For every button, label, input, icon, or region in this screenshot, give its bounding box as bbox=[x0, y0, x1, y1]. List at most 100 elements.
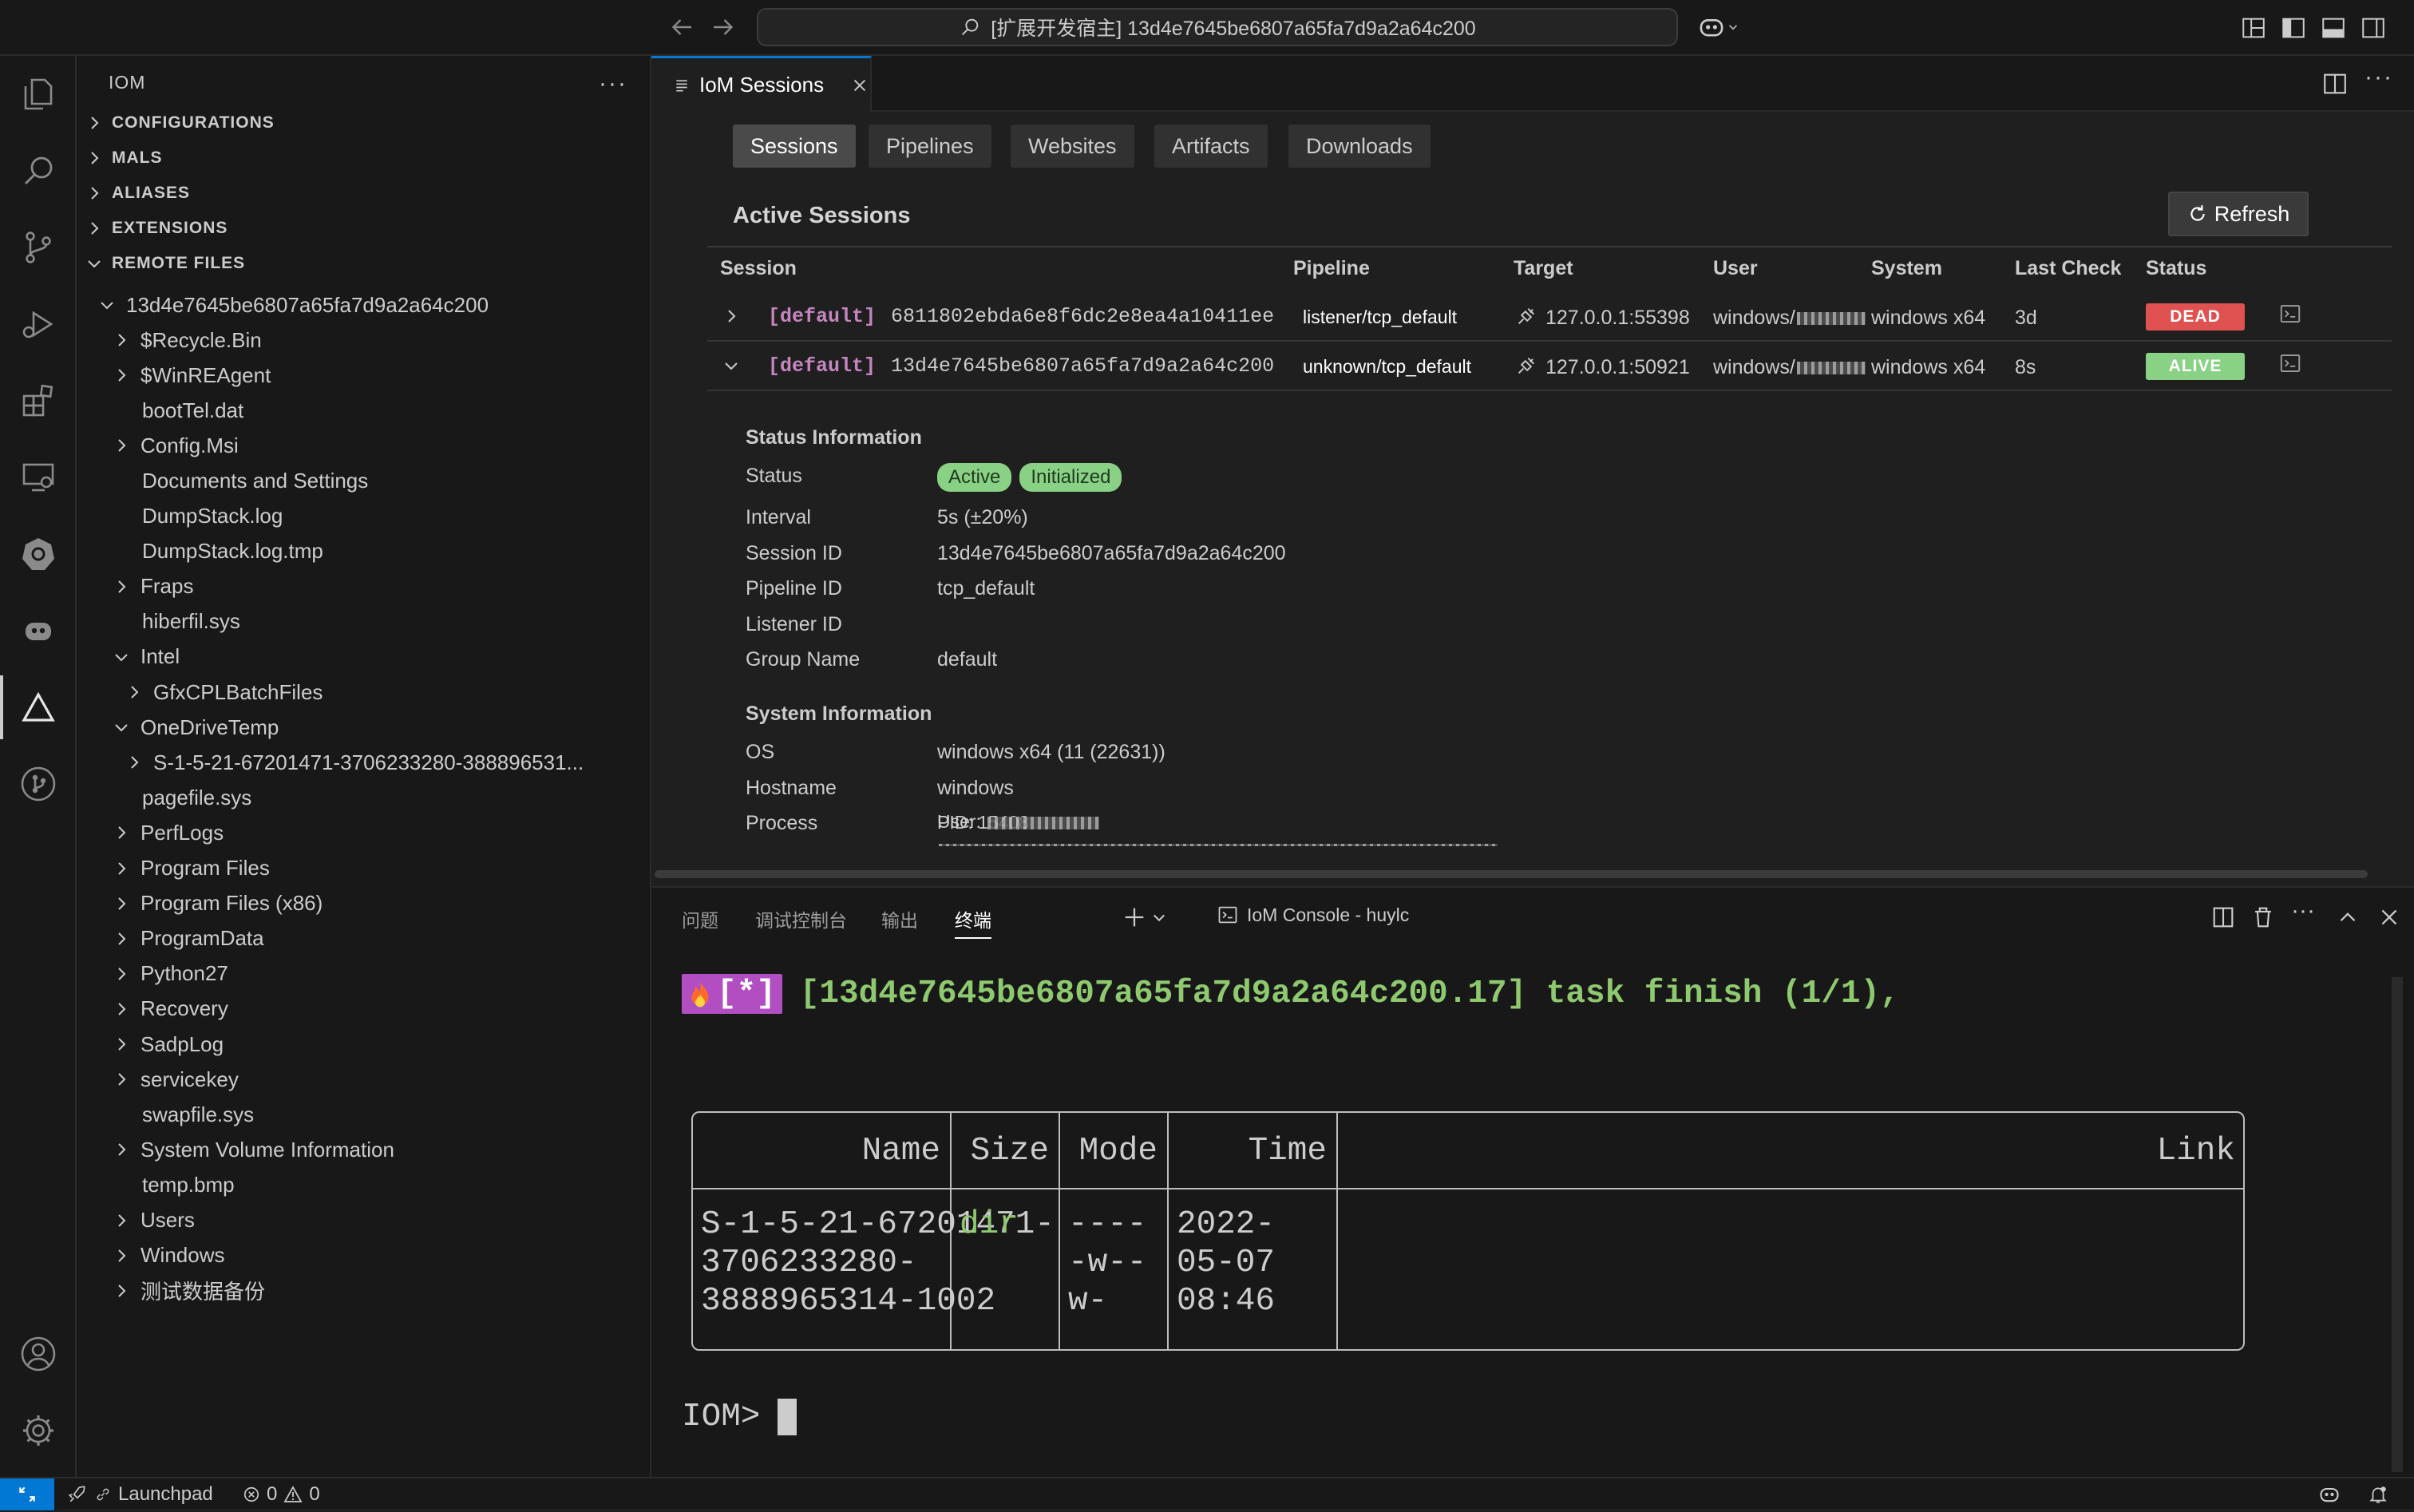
copilot-menu-button[interactable] bbox=[1697, 13, 1745, 42]
tree-folder-item[interactable]: Program Files (x86) bbox=[112, 886, 323, 921]
trash-icon[interactable] bbox=[2250, 904, 2277, 931]
explorer-icon[interactable] bbox=[14, 70, 62, 118]
tree-folder-item[interactable]: System Volume Information bbox=[112, 1132, 394, 1167]
chevron-down-icon bbox=[112, 647, 131, 667]
tree-folder-item[interactable]: PerfLogs bbox=[112, 815, 224, 850]
back-arrow-icon[interactable] bbox=[667, 13, 696, 42]
copilot-status-icon[interactable] bbox=[2318, 1478, 2341, 1510]
maximize-panel-chevron-up-icon[interactable] bbox=[2334, 904, 2361, 931]
sidebar-section-configurations[interactable]: CONFIGURATIONS bbox=[85, 107, 275, 139]
session-system: windows x64 bbox=[1871, 356, 1986, 378]
horizontal-scrollbar[interactable] bbox=[655, 870, 2368, 878]
problems-status-item[interactable]: 0 0 bbox=[243, 1478, 320, 1510]
error-count: 0 bbox=[267, 1483, 278, 1505]
tree-folder-item[interactable]: Fraps bbox=[112, 569, 193, 604]
tree-folder-item[interactable]: ProgramData bbox=[112, 921, 264, 956]
close-panel-icon[interactable] bbox=[2376, 904, 2403, 931]
tree-folder-item[interactable]: Intel bbox=[112, 639, 180, 675]
subtab-artifacts[interactable]: Artifacts bbox=[1154, 125, 1268, 168]
panel-tab-debug-console[interactable]: 调试控制台 bbox=[755, 905, 847, 932]
process-user-label: User: bbox=[937, 811, 981, 832]
tree-folder-item[interactable]: 测试数据备份 bbox=[112, 1273, 265, 1308]
panel-tab-output[interactable]: 输出 bbox=[881, 905, 918, 932]
tree-item-label: GfxCPLBatchFiles bbox=[153, 679, 323, 704]
tree-file-item[interactable]: Documents and Settings bbox=[142, 463, 368, 498]
git-graph-icon[interactable] bbox=[14, 760, 62, 808]
open-terminal-icon[interactable] bbox=[2278, 302, 2302, 326]
tree-folder-item[interactable]: S-1-5-21-67201471-3706233280-388896531..… bbox=[125, 745, 584, 780]
tab-iom-sessions[interactable]: IoM Sessions bbox=[651, 56, 872, 112]
tree-folder-item[interactable]: Recovery bbox=[112, 992, 228, 1027]
session-row[interactable]: [default] 13d4e7645be6807a65fa7d9a2a64c20… bbox=[707, 342, 2392, 391]
sidebar-section-mals[interactable]: MALS bbox=[85, 142, 163, 174]
toggle-panel-icon[interactable] bbox=[2320, 14, 2347, 42]
toggle-secondary-sidebar-icon[interactable] bbox=[2360, 14, 2387, 42]
kubernetes-icon[interactable] bbox=[14, 530, 62, 578]
notifications-bell-icon[interactable] bbox=[2368, 1478, 2388, 1510]
close-icon[interactable] bbox=[851, 77, 869, 94]
tree-folder-item[interactable]: Windows bbox=[112, 1238, 224, 1273]
manage-gear-icon[interactable] bbox=[14, 1407, 62, 1455]
subtab-websites[interactable]: Websites bbox=[1011, 125, 1134, 168]
tree-folder-item[interactable]: Users bbox=[112, 1203, 195, 1238]
iom-triangle-icon[interactable] bbox=[0, 675, 62, 739]
accounts-icon[interactable] bbox=[14, 1330, 62, 1378]
tree-file-item[interactable]: hiberfil.sys bbox=[142, 604, 240, 639]
toggle-primary-sidebar-icon[interactable] bbox=[2280, 14, 2307, 42]
chevron-down-icon bbox=[112, 718, 131, 737]
tree-file-item[interactable]: DumpStack.log bbox=[142, 499, 283, 534]
terminal-prompt[interactable]: IOM> bbox=[682, 1399, 797, 1435]
refresh-button[interactable]: Refresh bbox=[2168, 192, 2309, 236]
split-editor-icon[interactable] bbox=[2321, 70, 2349, 97]
session-row[interactable]: [default] 6811802ebda6e8f6dc2e8ea4a10411e… bbox=[707, 292, 2392, 342]
subtab-pipelines[interactable]: Pipelines bbox=[869, 125, 991, 168]
panel-tab-problems[interactable]: 问题 bbox=[682, 905, 718, 932]
extensions-icon[interactable] bbox=[14, 377, 62, 425]
launchpad-status-item[interactable]: Launchpad bbox=[67, 1478, 213, 1510]
chevron-down-icon[interactable] bbox=[1151, 904, 1167, 931]
subtab-sessions[interactable]: Sessions bbox=[733, 125, 856, 168]
copilot-chat-icon[interactable] bbox=[14, 607, 62, 655]
tree-folder-item[interactable]: Python27 bbox=[112, 956, 228, 992]
chevron-right-icon[interactable] bbox=[722, 307, 741, 326]
tree-folder-item[interactable]: Program Files bbox=[112, 851, 270, 886]
run-debug-icon[interactable] bbox=[14, 300, 62, 348]
terminal-scrollbar[interactable] bbox=[2392, 977, 2403, 1472]
tree-folder-item[interactable]: OneDriveTemp bbox=[112, 710, 279, 745]
open-terminal-icon[interactable] bbox=[2278, 351, 2302, 375]
sidebar-section-aliases[interactable]: ALIASES bbox=[85, 177, 190, 209]
tree-item-label: Program Files (x86) bbox=[140, 891, 323, 916]
sidebar-section-remote-files[interactable]: REMOTE FILES bbox=[85, 247, 245, 279]
new-terminal-plus-icon[interactable] bbox=[1121, 904, 1148, 931]
tree-file-item[interactable]: temp.bmp bbox=[142, 1167, 235, 1202]
more-actions-icon[interactable]: ··· bbox=[599, 70, 627, 97]
tree-folder-item[interactable]: $Recycle.Bin bbox=[112, 323, 262, 358]
forward-arrow-icon[interactable] bbox=[709, 13, 738, 42]
tree-root-folder[interactable]: 13d4e7645be6807a65fa7d9a2a64c200 bbox=[97, 287, 489, 323]
remote-indicator-button[interactable] bbox=[0, 1478, 54, 1510]
tree-file-item[interactable]: DumpStack.log.tmp bbox=[142, 534, 323, 569]
terminal-selector[interactable]: IoM Console - huylc bbox=[1217, 899, 1409, 931]
tree-folder-item[interactable]: GfxCPLBatchFiles bbox=[125, 675, 323, 710]
chevron-down-icon[interactable] bbox=[722, 356, 741, 375]
tree-folder-item[interactable]: $WinREAgent bbox=[112, 358, 271, 393]
sidebar-section-extensions[interactable]: EXTENSIONS bbox=[85, 212, 228, 244]
tree-file-item[interactable]: swapfile.sys bbox=[142, 1097, 254, 1132]
tree-folder-item[interactable]: Config.Msi bbox=[112, 428, 239, 463]
customize-layout-icon[interactable] bbox=[2240, 14, 2267, 42]
command-center-search[interactable]: [扩展开发宿主] 13d4e7645be6807a65fa7d9a2a64c20… bbox=[757, 8, 1678, 46]
tree-folder-item[interactable]: SadpLog bbox=[112, 1027, 224, 1062]
refresh-label: Refresh bbox=[2214, 201, 2290, 226]
remote-explorer-icon[interactable] bbox=[14, 453, 62, 501]
source-control-icon[interactable] bbox=[14, 224, 62, 271]
editor-more-actions-icon[interactable]: ··· bbox=[2365, 64, 2393, 91]
panel-tab-terminal[interactable]: 终端 bbox=[955, 905, 991, 939]
search-icon[interactable] bbox=[14, 147, 62, 195]
tree-file-item[interactable]: pagefile.sys bbox=[142, 780, 251, 815]
panel-more-actions-icon[interactable]: ··· bbox=[2291, 897, 2318, 924]
tree-file-item[interactable]: bootTel.dat bbox=[142, 393, 243, 428]
subtab-downloads[interactable]: Downloads bbox=[1288, 125, 1431, 168]
tree-folder-item[interactable]: servicekey bbox=[112, 1062, 239, 1097]
table-cell-name: S-1-5-21-67201471- 3706233280- 388896531… bbox=[701, 1206, 1055, 1320]
split-terminal-icon[interactable] bbox=[2210, 904, 2237, 931]
